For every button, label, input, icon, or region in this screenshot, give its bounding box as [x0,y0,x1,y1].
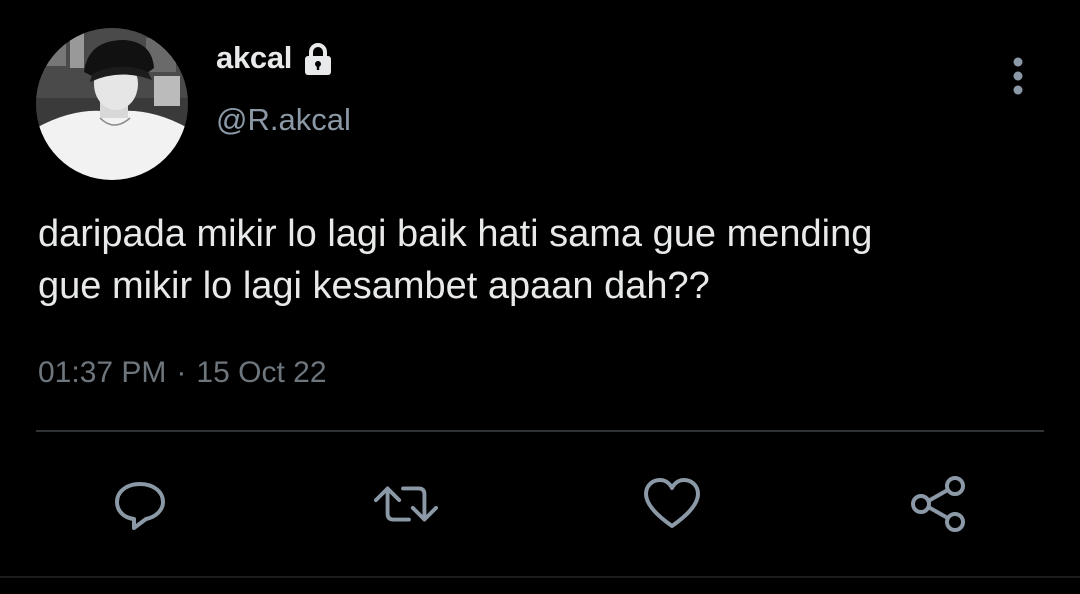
reply-icon [115,482,165,530]
divider [36,430,1044,432]
tweet-text-line: gue mikir lo lagi kesambet apaan dah?? [38,265,710,307]
meta-separator: · [176,356,187,389]
display-name[interactable]: akcal [216,40,292,76]
tweet-text: daripada mikir lo lagi baik hati sama gu… [38,208,1048,312]
retweet-button[interactable] [374,472,438,536]
reply-button[interactable] [108,472,172,536]
tweet-text-line: daripada mikir lo lagi baik hati sama gu… [38,213,873,255]
retweet-icon [374,486,438,522]
heart-icon [644,478,700,528]
display-name-row: akcal [216,40,334,76]
tweet-date[interactable]: 15 Oct 22 [196,356,326,390]
lock-icon [302,42,334,76]
like-button[interactable] [640,472,704,536]
bottom-divider [0,576,1080,578]
more-vertical-icon [1013,57,1023,95]
tweet-time[interactable]: 01:37 PM [38,356,166,390]
tweet-detail: akcal @R.akcal daripada mikir lo lagi ba… [0,0,1080,594]
avatar[interactable] [36,28,188,180]
tweet-timestamp: 01:37 PM · 15 Oct 22 [38,356,327,390]
more-options-button[interactable] [998,52,1038,100]
share-icon [911,476,965,532]
share-button[interactable] [906,472,970,536]
user-handle[interactable]: @R.akcal [216,102,351,138]
avatar-photo [36,28,188,180]
